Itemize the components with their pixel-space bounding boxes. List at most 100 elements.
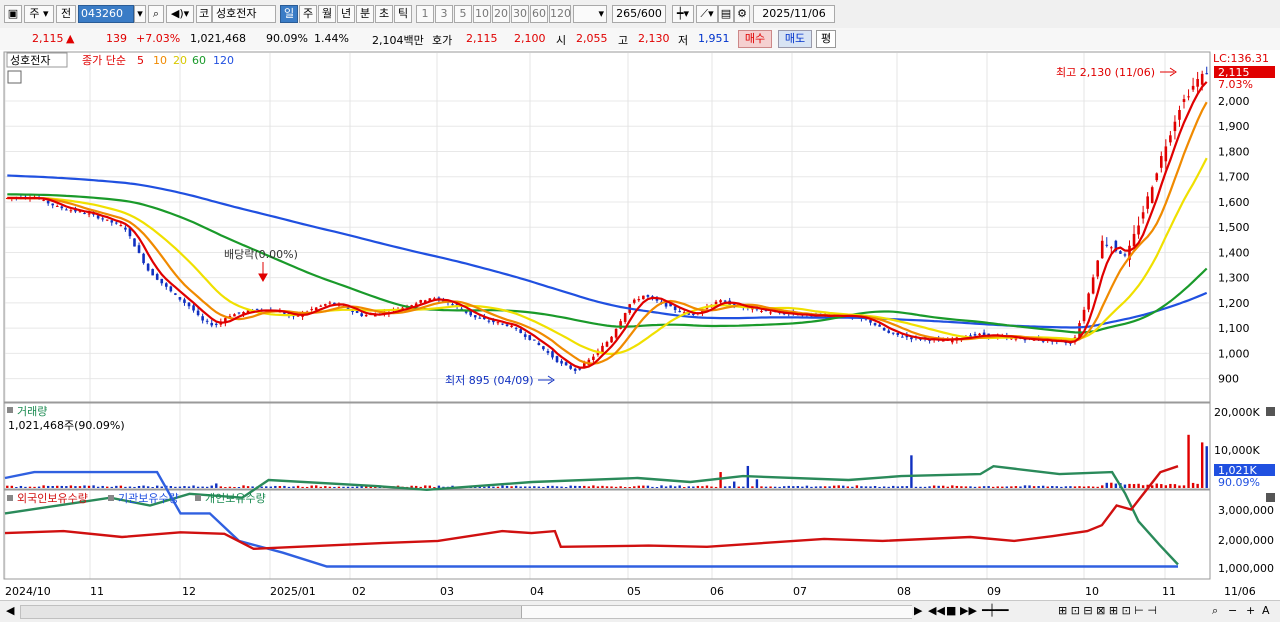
candle-body bbox=[1096, 260, 1099, 277]
candle-body bbox=[178, 297, 182, 300]
min-10[interactable]: 10 bbox=[473, 5, 491, 23]
candle-body bbox=[1182, 99, 1186, 102]
volume-bar bbox=[1141, 485, 1145, 488]
volume-bar bbox=[1041, 485, 1045, 488]
zoom-search-icon[interactable]: ⌕ bbox=[1212, 603, 1218, 619]
min-60[interactable]: 60 bbox=[530, 5, 548, 23]
volume-bar bbox=[896, 486, 899, 488]
table-icon[interactable] bbox=[7, 70, 22, 84]
forward-icon[interactable]: ▶▶ bbox=[960, 603, 977, 619]
candle-body bbox=[533, 339, 536, 341]
holding-tick: 1,000,000 bbox=[1218, 562, 1274, 575]
candle-body bbox=[1155, 173, 1159, 181]
volume-bar bbox=[310, 485, 313, 488]
close-panel-icon[interactable] bbox=[1266, 493, 1275, 502]
font-icon[interactable]: A bbox=[1262, 603, 1270, 619]
volume-bar bbox=[51, 485, 54, 488]
min-30[interactable]: 30 bbox=[511, 5, 529, 23]
candle-body bbox=[1105, 244, 1109, 246]
x-axis: 2024/10 11 12 2025/01 02 03 04 05 06 07 08 09 10 11 11… bbox=[0, 580, 1280, 600]
buy-button[interactable]: 매수 bbox=[738, 30, 772, 48]
period-minute[interactable]: 분 bbox=[356, 5, 374, 23]
volume-bar bbox=[614, 486, 618, 488]
rewind-icon[interactable]: ◀◀ bbox=[928, 603, 945, 619]
draw-tool-icon[interactable]: ⟋▾ bbox=[696, 5, 718, 23]
code-input[interactable]: 043260 bbox=[78, 5, 134, 23]
min-5[interactable]: 5 bbox=[454, 5, 472, 23]
volume-bar bbox=[769, 486, 772, 488]
ma-10: 10 bbox=[153, 54, 167, 67]
price-tick: 1,000 bbox=[1218, 347, 1250, 360]
volume-bar bbox=[701, 486, 704, 488]
volume-bar bbox=[1023, 485, 1027, 488]
volume-bar bbox=[1005, 486, 1009, 488]
period-month[interactable]: 월 bbox=[318, 5, 336, 23]
play-icon[interactable]: ▶ bbox=[914, 603, 922, 619]
candle-body bbox=[973, 334, 977, 336]
scroll-thumb[interactable] bbox=[521, 606, 912, 618]
close-volume-panel-icon[interactable] bbox=[1266, 407, 1275, 416]
stop-icon[interactable]: ■ bbox=[946, 603, 956, 619]
volume-bar bbox=[869, 486, 872, 488]
search-icon[interactable]: ⌕ bbox=[148, 5, 164, 23]
volume-bar bbox=[978, 486, 981, 488]
zoom-slider-icon[interactable]: ━┿━━ bbox=[982, 603, 1009, 619]
period-day[interactable]: 일 bbox=[280, 5, 298, 23]
volume-bar bbox=[955, 485, 959, 488]
volume-bar bbox=[842, 485, 845, 488]
volume-bar bbox=[1182, 485, 1186, 488]
volume-bar bbox=[151, 487, 154, 488]
volume-bar bbox=[528, 486, 531, 488]
speaker-icon[interactable]: ◀)▾ bbox=[166, 5, 194, 23]
date-input[interactable]: 2025/11/06 bbox=[753, 5, 835, 23]
volume-bar bbox=[846, 486, 849, 488]
volume-bar bbox=[205, 486, 209, 488]
save-icon[interactable]: ▤ bbox=[718, 5, 734, 23]
volume-bar bbox=[578, 485, 581, 488]
min-20[interactable]: 20 bbox=[492, 5, 510, 23]
volume-bar bbox=[342, 486, 345, 488]
volume-bar bbox=[646, 485, 650, 488]
layout-icon[interactable]: ▣ bbox=[4, 5, 22, 23]
volume-bar bbox=[246, 486, 250, 488]
period-week[interactable]: 주 bbox=[299, 5, 317, 23]
scroll-left-icon[interactable]: ◀ bbox=[6, 603, 14, 619]
candle-body bbox=[401, 307, 404, 309]
gear-icon[interactable]: ⚙ bbox=[734, 5, 750, 23]
code-dropdown-icon[interactable]: ▾ bbox=[134, 5, 146, 23]
zoom-out-icon[interactable]: − bbox=[1228, 603, 1237, 619]
period-second[interactable]: 초 bbox=[375, 5, 393, 23]
volume-bar bbox=[201, 486, 204, 488]
zoom-in-icon[interactable]: + bbox=[1246, 603, 1255, 619]
interval-dropdown[interactable]: ▾ bbox=[573, 5, 607, 23]
min-120[interactable]: 120 bbox=[549, 5, 571, 23]
period-tick[interactable]: 틱 bbox=[394, 5, 412, 23]
volume-bar bbox=[1055, 486, 1058, 488]
stock-name[interactable]: 성호전자 bbox=[212, 5, 276, 23]
min-1[interactable]: 1 bbox=[416, 5, 434, 23]
volume-bar bbox=[428, 485, 432, 488]
candle-icon[interactable]: ┿▾ bbox=[672, 5, 694, 23]
volume-bar bbox=[1001, 486, 1004, 488]
volume-bar bbox=[33, 486, 36, 488]
panel-tools-icon[interactable]: ⊞ ⊡ ⊟ ⊠ ⊞ ⊡ ⊢ ⊣ bbox=[1058, 603, 1157, 619]
holding-tick: 2,000,000 bbox=[1218, 534, 1274, 547]
exchange-label[interactable]: 코 bbox=[196, 5, 212, 23]
candle-body bbox=[714, 301, 718, 305]
period-year[interactable]: 년 bbox=[337, 5, 355, 23]
avg-button[interactable]: 평 bbox=[816, 30, 836, 48]
min-3[interactable]: 3 bbox=[435, 5, 453, 23]
candle-body bbox=[192, 305, 195, 311]
volume-bar bbox=[946, 486, 949, 488]
candle-body bbox=[105, 219, 109, 221]
sell-button[interactable]: 매도 bbox=[778, 30, 812, 48]
volume-bar bbox=[433, 487, 436, 488]
chart-area[interactable]: 2,000 1,900 1,800 1,700 1,600 1,500 1,400 1,300… bbox=[0, 50, 1280, 600]
candle-body bbox=[887, 330, 890, 333]
scrollbar[interactable] bbox=[20, 605, 912, 619]
market-select[interactable]: 주 ▾ bbox=[24, 5, 54, 23]
price-tick: 1,900 bbox=[1218, 120, 1250, 133]
count-input[interactable]: 265/600 bbox=[612, 5, 666, 23]
candle-body bbox=[187, 302, 191, 307]
prev-button[interactable]: 전 bbox=[56, 5, 76, 23]
